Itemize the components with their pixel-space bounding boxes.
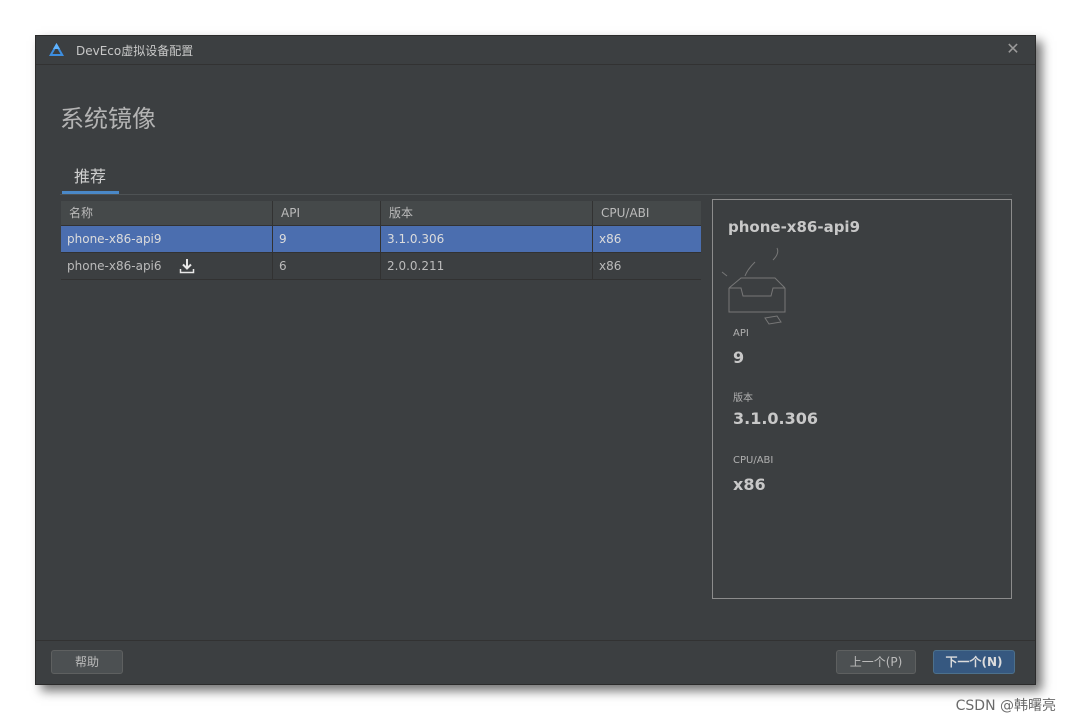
column-header-name[interactable]: 名称 [61,201,273,225]
previous-button[interactable]: 上一个(P) [836,650,916,674]
detail-api-label: API [733,328,749,339]
device-config-dialog: DevEco虚拟设备配置 ✕ 系统镜像 推荐 名称 API 版本 CPU/ABI… [35,35,1036,685]
cell-api: 9 [273,226,381,252]
close-icon[interactable]: ✕ [1005,41,1021,57]
detail-api-value: 9 [733,348,745,367]
tab-recommended[interactable]: 推荐 [62,164,118,194]
cell-name: phone-x86-api9 [61,226,273,252]
detail-version-value: 3.1.0.306 [733,409,819,428]
window-title: DevEco虚拟设备配置 [76,44,194,58]
detail-version-label: 版本 [733,393,753,404]
system-image-table: 名称 API 版本 CPU/ABI phone-x86-api9 9 3.1.0… [61,201,701,631]
download-icon[interactable] [179,258,195,274]
title-bar[interactable]: DevEco虚拟设备配置 ✕ [36,36,1035,65]
column-header-cpu-abi[interactable]: CPU/ABI [593,201,701,225]
cell-name: phone-x86-api6 [61,253,273,279]
detail-image-name: phone-x86-api9 [728,218,861,236]
detail-cpu-label: CPU/ABI [733,455,774,466]
footer-divider [36,640,1035,641]
page-title: 系统镜像 [60,105,156,133]
cell-cpu: x86 [599,232,622,246]
cell-version: 2.0.0.211 [381,253,593,279]
help-button[interactable]: 帮助 [51,650,123,674]
cell-cpu: x86 [599,259,622,273]
cell-api: 6 [273,253,381,279]
cell-version: 3.1.0.306 [381,226,593,252]
table-row[interactable]: phone-x86-api9 9 3.1.0.306 x86 [61,226,701,253]
next-button[interactable]: 下一个(N) [933,650,1015,674]
detail-cpu-value: x86 [733,475,766,494]
deveco-logo-icon [49,43,64,56]
empty-box-icon [721,247,786,325]
image-details-panel: phone-x86-api9 API 9 版本 3.1.0.306 CPU/AB… [712,199,1012,599]
table-header: 名称 API 版本 CPU/ABI [61,201,701,226]
csdn-watermark: CSDN @韩曙亮 [955,698,1056,714]
table-row[interactable]: phone-x86-api6 6 2.0.0.211 x86 [61,253,701,280]
column-header-api[interactable]: API [273,201,381,225]
tab-divider [60,194,1012,195]
column-header-version[interactable]: 版本 [381,201,593,225]
